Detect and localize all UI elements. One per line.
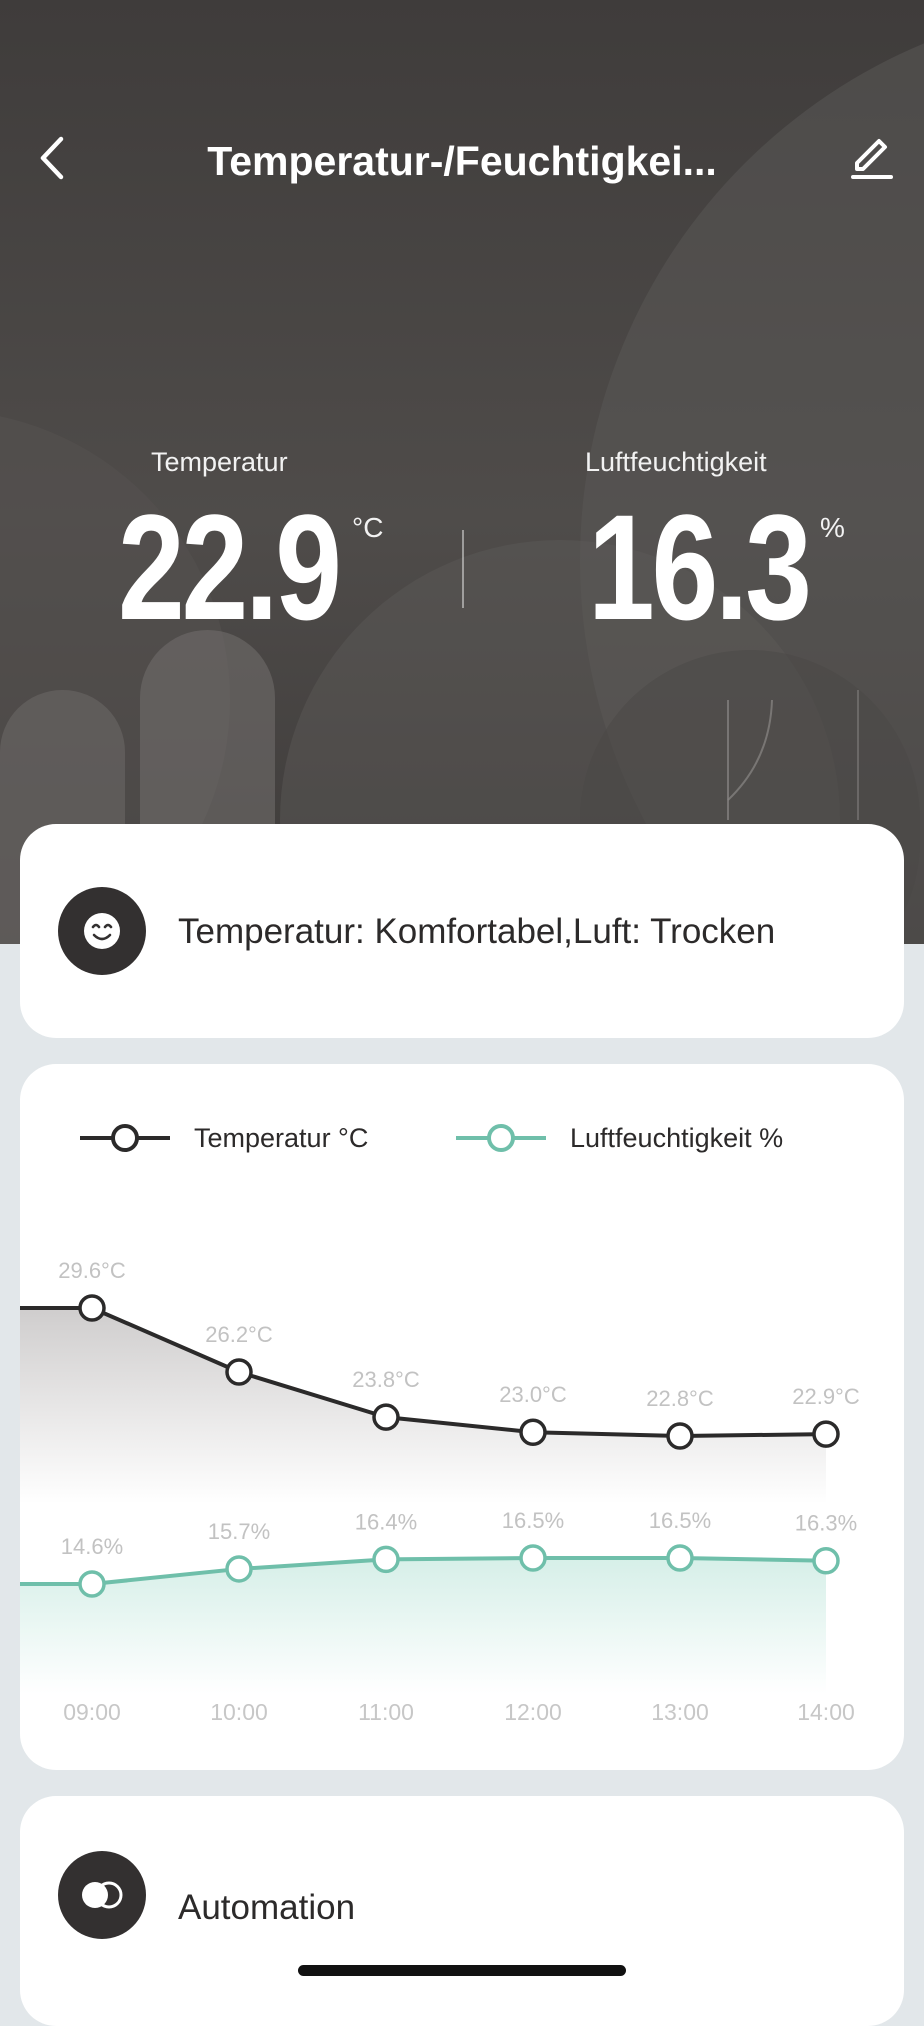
back-button[interactable] (22, 128, 82, 188)
comfort-status-card[interactable]: Temperatur: Komfortabel,Luft: Trocken (20, 824, 904, 1038)
x-tick-label: 11:00 (358, 1699, 414, 1725)
data-label: 16.5% (649, 1508, 711, 1533)
legend-humidity-marker (456, 1124, 546, 1152)
data-label: 16.4% (355, 1509, 417, 1534)
history-chart-card[interactable]: Temperatur °C Luftfeuchtigkeit % 29.6°C 2… (20, 1064, 904, 1770)
line-chart: 29.6°C 26.2°C 23.8°C 23.0°C 22.8°C 22.9°C 14.6… (20, 1258, 860, 1725)
edit-button[interactable] (842, 128, 902, 188)
data-label: 16.3% (795, 1511, 857, 1536)
page-title: Temperatur-/Feuchtigkei... (207, 138, 717, 184)
data-label: 23.8°C (352, 1367, 420, 1392)
data-label: 23.0°C (499, 1382, 567, 1407)
temperature-value: 22.9 (118, 483, 342, 651)
automation-card[interactable]: Automation (20, 1796, 904, 2026)
data-point (666, 1422, 694, 1450)
pencil-icon (851, 139, 893, 179)
data-point (225, 1555, 253, 1583)
legend-humidity-label: Luftfeuchtigkeit % (570, 1122, 784, 1153)
data-point (372, 1545, 400, 1574)
chevron-left-icon (40, 136, 64, 180)
data-label: 16.5% (502, 1508, 564, 1533)
data-point (812, 1420, 840, 1448)
data-label: 29.6°C (58, 1258, 126, 1283)
legend-temperature[interactable]: Temperatur °C (78, 1118, 368, 1158)
data-point (78, 1570, 106, 1598)
data-label: 22.9°C (792, 1384, 860, 1409)
humidity-unit: % (820, 512, 845, 543)
legend-temperature-marker (80, 1124, 170, 1152)
x-tick-label: 10:00 (210, 1699, 268, 1725)
data-label: 26.2°C (205, 1322, 273, 1347)
data-label: 14.6% (61, 1534, 123, 1559)
data-point (666, 1544, 694, 1572)
metric-divider (462, 530, 464, 608)
data-point (812, 1546, 840, 1575)
temperature-label: Temperatur (151, 447, 288, 477)
legend-humidity[interactable]: Luftfeuchtigkeit % (454, 1118, 783, 1158)
data-point (519, 1544, 547, 1572)
x-tick-label: 12:00 (504, 1699, 562, 1725)
data-label: 22.8°C (646, 1386, 714, 1411)
smiley-face-icon (58, 887, 146, 975)
x-tick-label: 13:00 (651, 1699, 709, 1725)
data-label: 15.7% (208, 1519, 270, 1544)
data-point (78, 1294, 106, 1322)
comfort-status-text: Temperatur: Komfortabel,Luft: Trocken (178, 912, 776, 951)
x-tick-label: 09:00 (63, 1699, 121, 1725)
home-indicator (298, 1965, 626, 1976)
x-tick-label: 14:00 (797, 1699, 855, 1725)
header-hero: Temperatur-/Feuchtigkei... Temperatur 22… (0, 0, 924, 944)
data-point (519, 1418, 547, 1446)
toggle-icon (58, 1851, 146, 1939)
data-point (225, 1358, 253, 1386)
legend-temperature-label: Temperatur °C (194, 1122, 369, 1153)
temperature-unit: °C (352, 512, 384, 543)
humidity-label: Luftfeuchtigkeit (585, 447, 767, 477)
automation-label: Automation (178, 1888, 356, 1927)
humidity-value: 16.3 (588, 483, 812, 651)
data-point (372, 1403, 400, 1431)
